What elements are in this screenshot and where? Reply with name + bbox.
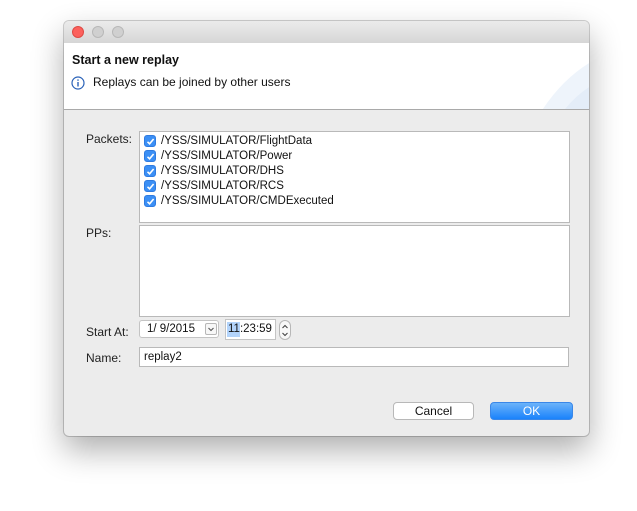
packet-checkbox[interactable] — [144, 134, 156, 147]
start-time-minutes-seconds: :23:59 — [239, 323, 272, 335]
start-date-picker[interactable]: 1/ 9/2015 — [139, 320, 219, 338]
start-time-hour: 11 — [228, 323, 240, 335]
date-dropdown-button[interactable] — [205, 323, 217, 335]
start-time-field[interactable]: 11:23:59 — [225, 319, 276, 340]
packets-label: Packets: — [86, 132, 133, 146]
packet-label: /YSS/SIMULATOR/Power — [161, 149, 293, 162]
info-icon — [71, 76, 85, 90]
packet-checkbox[interactable] — [144, 164, 156, 177]
ok-button[interactable]: OK — [490, 402, 573, 420]
packet-label: /YSS/SIMULATOR/DHS — [161, 164, 284, 177]
banner-message: Replays can be joined by other users — [93, 75, 291, 89]
cancel-button[interactable]: Cancel — [393, 402, 474, 420]
start-date-value: 1/ 9/2015 — [147, 323, 195, 335]
time-stepper[interactable] — [279, 320, 291, 340]
chevron-down-icon[interactable] — [280, 330, 290, 339]
packet-checkbox[interactable] — [144, 179, 156, 192]
packet-checkbox[interactable] — [144, 194, 156, 207]
list-item[interactable]: /YSS/SIMULATOR/FlightData — [144, 133, 312, 148]
pps-list[interactable] — [139, 225, 570, 317]
chevron-down-icon — [208, 327, 214, 332]
list-item[interactable]: /YSS/SIMULATOR/DHS — [144, 163, 284, 178]
name-input[interactable]: replay2 — [139, 347, 569, 367]
start-replay-dialog: Start a new replay Replays can be joined… — [64, 21, 589, 436]
list-item[interactable]: /YSS/SIMULATOR/CMDExecuted — [144, 193, 334, 208]
list-item[interactable]: /YSS/SIMULATOR/RCS — [144, 178, 284, 193]
zoom-window-button[interactable] — [112, 26, 124, 38]
pps-label: PPs: — [86, 226, 112, 240]
name-label: Name: — [86, 351, 122, 365]
minimize-window-button[interactable] — [92, 26, 104, 38]
banner-decoration — [542, 63, 589, 109]
packets-list[interactable]: /YSS/SIMULATOR/FlightData /YSS/SIMULATOR… — [139, 131, 570, 223]
packet-label: /YSS/SIMULATOR/RCS — [161, 179, 284, 192]
dialog-title: Start a new replay — [72, 53, 179, 67]
packet-label: /YSS/SIMULATOR/FlightData — [161, 134, 313, 147]
dialog-banner: Start a new replay Replays can be joined… — [64, 43, 589, 110]
list-item[interactable]: /YSS/SIMULATOR/Power — [144, 148, 292, 163]
close-window-button[interactable] — [72, 26, 84, 38]
name-input-value: replay2 — [144, 351, 182, 363]
packet-label: /YSS/SIMULATOR/CMDExecuted — [161, 194, 334, 207]
start-time-value: 11:23:59 — [228, 323, 272, 335]
start-at-label: Start At: — [86, 325, 129, 339]
packet-checkbox[interactable] — [144, 149, 156, 162]
title-bar[interactable] — [64, 21, 589, 43]
